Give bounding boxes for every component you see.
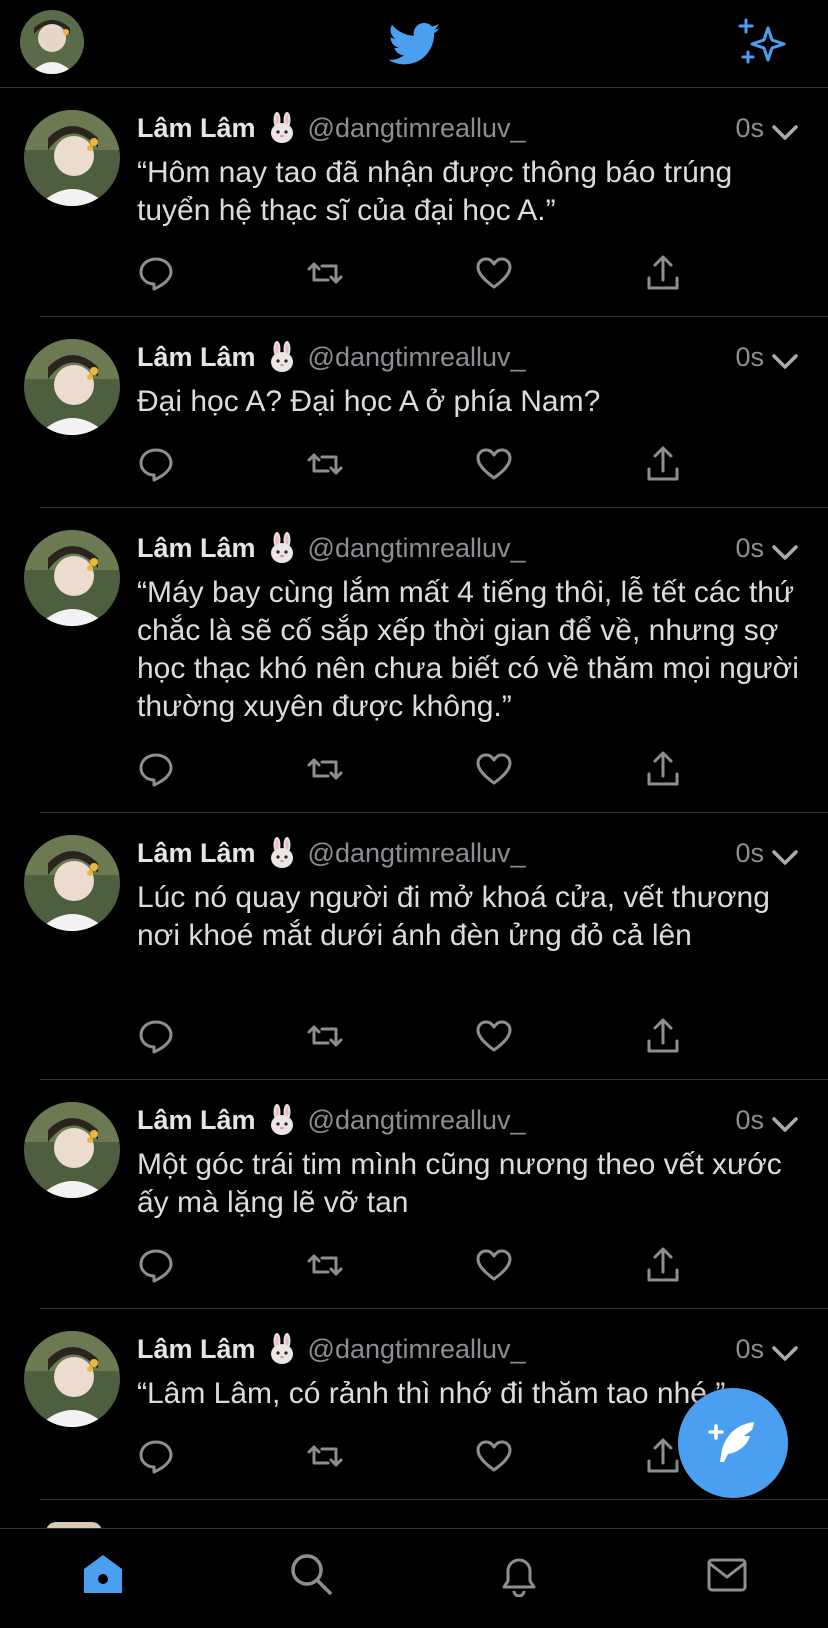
- rabbit-face-icon: [266, 532, 298, 564]
- chevron-down-icon[interactable]: [772, 118, 798, 140]
- like-heart-icon[interactable]: [475, 750, 513, 788]
- tweet-text: Đại học A? Đại học A ở phía Nam?: [137, 385, 601, 418]
- reply-icon[interactable]: [137, 750, 175, 788]
- author-handle[interactable]: @dangtimrealluv_: [308, 1105, 526, 1136]
- reply-icon[interactable]: [137, 254, 175, 292]
- tweet-timestamp: 0s: [735, 1105, 764, 1135]
- author-name[interactable]: Lâm Lâm: [137, 838, 256, 869]
- retweet-icon[interactable]: [306, 254, 344, 292]
- like-heart-icon[interactable]: [475, 254, 513, 292]
- rabbit-face-icon: [266, 1104, 298, 1136]
- tweet-header: Lâm Lâm @dangtimrealluv_ 0s: [137, 1331, 828, 1367]
- tweet-timestamp: 0s: [735, 342, 764, 372]
- tweet-timestamp: 0s: [735, 533, 764, 563]
- author-handle[interactable]: @dangtimrealluv_: [308, 533, 526, 564]
- reply-icon[interactable]: [137, 1246, 175, 1284]
- chevron-down-icon[interactable]: [772, 538, 798, 560]
- retweet-icon[interactable]: [306, 1246, 344, 1284]
- author-handle[interactable]: @dangtimrealluv_: [308, 838, 526, 869]
- reply-icon[interactable]: [137, 445, 175, 483]
- top-bar: [0, 0, 828, 88]
- tweet-timestamp: 0s: [735, 1334, 764, 1364]
- messages-envelope-icon[interactable]: [704, 1551, 750, 1597]
- profile-avatar[interactable]: [20, 10, 84, 74]
- rabbit-face-icon: [266, 837, 298, 869]
- tweet[interactable]: Lâm Lâm @dangtimrealluv_ 0s “Máy bay cùn…: [0, 508, 828, 813]
- rabbit-face-icon: [266, 341, 298, 373]
- like-heart-icon[interactable]: [475, 1246, 513, 1284]
- tweet-header: Lâm Lâm @dangtimrealluv_ 0s: [137, 339, 828, 375]
- reply-icon[interactable]: [137, 1437, 175, 1475]
- tweet-actions: [0, 1246, 828, 1290]
- share-icon[interactable]: [644, 1437, 682, 1475]
- retweet-icon[interactable]: [306, 1017, 344, 1055]
- author-avatar[interactable]: [24, 1102, 120, 1198]
- chevron-down-icon[interactable]: [772, 347, 798, 369]
- chevron-down-icon[interactable]: [772, 843, 798, 865]
- chevron-down-icon[interactable]: [772, 1339, 798, 1361]
- tweet[interactable]: Lâm Lâm @dangtimrealluv_ 0s Lúc nó quay …: [0, 813, 828, 1080]
- notifications-bell-icon[interactable]: [496, 1551, 542, 1597]
- author-name[interactable]: Lâm Lâm: [137, 113, 256, 144]
- tweet-timestamp: 0s: [735, 113, 764, 143]
- sparkle-icon[interactable]: [738, 16, 790, 68]
- tweet-header: Lâm Lâm @dangtimrealluv_ 0s: [137, 110, 828, 146]
- tweet-divider: [40, 1499, 828, 1500]
- tweet-actions: [0, 445, 828, 489]
- author-avatar[interactable]: [24, 339, 120, 435]
- author-name[interactable]: Lâm Lâm: [137, 533, 256, 564]
- twitter-bird-icon[interactable]: [384, 18, 446, 70]
- like-heart-icon[interactable]: [475, 1437, 513, 1475]
- retweet-icon[interactable]: [306, 750, 344, 788]
- tweet[interactable]: Lâm Lâm @dangtimrealluv_ 0s “Hôm nay tao…: [0, 88, 828, 317]
- tweet-actions: [0, 254, 828, 298]
- home-icon[interactable]: [80, 1551, 126, 1597]
- share-icon[interactable]: [644, 1017, 682, 1055]
- author-handle[interactable]: @dangtimrealluv_: [308, 113, 526, 144]
- author-avatar[interactable]: [24, 110, 120, 206]
- tweet-actions: [0, 750, 828, 794]
- compose-feather-icon: [708, 1422, 754, 1462]
- share-icon[interactable]: [644, 1246, 682, 1284]
- author-avatar[interactable]: [24, 835, 120, 931]
- tweet-header: Lâm Lâm @dangtimrealluv_ 0s: [137, 1102, 828, 1138]
- author-handle[interactable]: @dangtimrealluv_: [308, 1334, 526, 1365]
- author-name[interactable]: Lâm Lâm: [137, 1105, 256, 1136]
- tweet-text: “Hôm nay tao đã nhận được thông báo trún…: [137, 156, 733, 227]
- tweet[interactable]: Lâm Lâm @dangtimrealluv_ 0s Đại học A? Đ…: [0, 317, 828, 508]
- compose-tweet-button[interactable]: [678, 1388, 788, 1498]
- tweet-actions: [0, 1017, 828, 1061]
- reply-icon[interactable]: [137, 1017, 175, 1055]
- search-icon[interactable]: [288, 1551, 334, 1597]
- tweet-text: Một góc trái tim mình cũng nương theo vế…: [137, 1148, 782, 1219]
- author-handle[interactable]: @dangtimrealluv_: [308, 342, 526, 373]
- chevron-down-icon[interactable]: [772, 1110, 798, 1132]
- retweet-icon[interactable]: [306, 1437, 344, 1475]
- author-name[interactable]: Lâm Lâm: [137, 342, 256, 373]
- retweet-icon[interactable]: [306, 445, 344, 483]
- author-avatar[interactable]: [24, 530, 120, 626]
- bottom-tab-bar: [0, 1528, 828, 1628]
- tweet[interactable]: Lâm Lâm @dangtimrealluv_ 0s Một góc trái…: [0, 1080, 828, 1309]
- tweet-text: “Máy bay cùng lắm mất 4 tiếng thôi, lễ t…: [137, 576, 799, 723]
- tweet-header: Lâm Lâm @dangtimrealluv_ 0s: [137, 835, 828, 871]
- tweet-text: Lúc nó quay người đi mở khoá cửa, vết th…: [137, 881, 770, 952]
- share-icon[interactable]: [644, 254, 682, 292]
- like-heart-icon[interactable]: [475, 445, 513, 483]
- rabbit-face-icon: [266, 112, 298, 144]
- author-avatar[interactable]: [24, 1331, 120, 1427]
- share-icon[interactable]: [644, 750, 682, 788]
- like-heart-icon[interactable]: [475, 1017, 513, 1055]
- tweet-timestamp: 0s: [735, 838, 764, 868]
- share-icon[interactable]: [644, 445, 682, 483]
- author-name[interactable]: Lâm Lâm: [137, 1334, 256, 1365]
- tweet-header: Lâm Lâm @dangtimrealluv_ 0s: [137, 530, 828, 566]
- rabbit-face-icon: [266, 1333, 298, 1365]
